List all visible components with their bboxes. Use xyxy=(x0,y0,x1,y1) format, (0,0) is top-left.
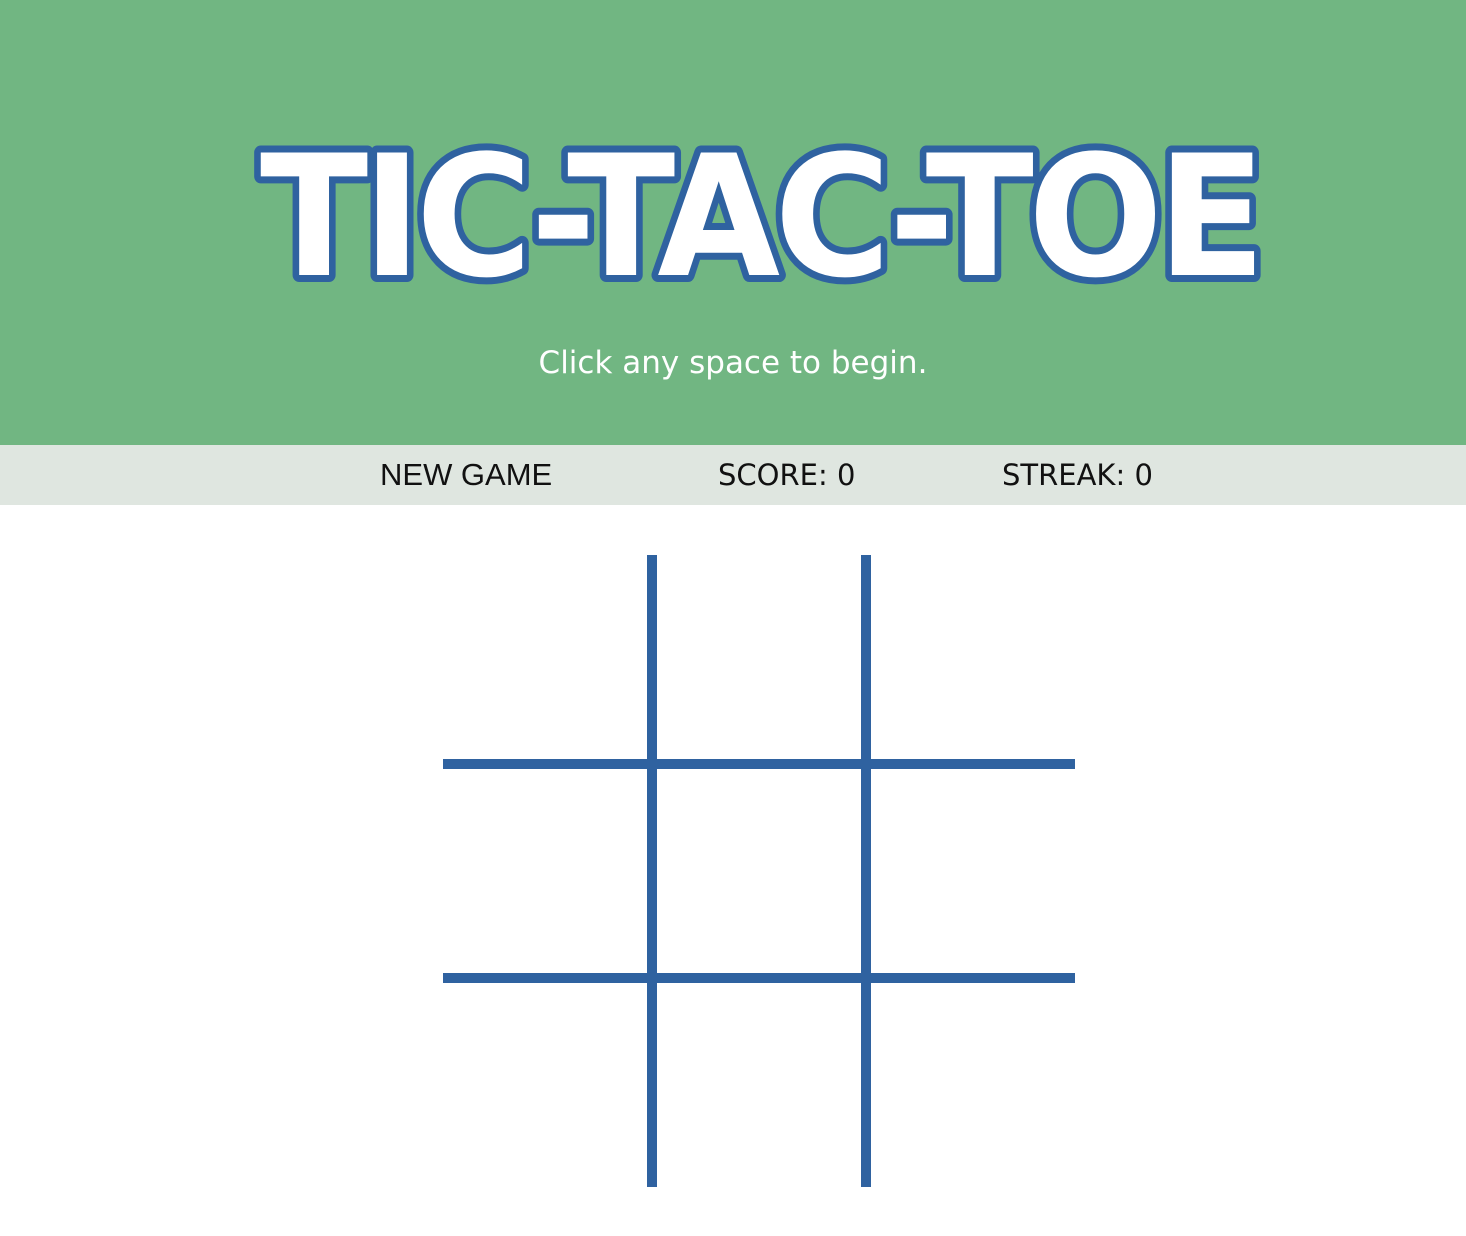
board-cell-2[interactable] xyxy=(657,555,867,765)
board-cell-4[interactable] xyxy=(443,769,653,979)
board-cell-9[interactable] xyxy=(871,983,1081,1193)
board-cell-3[interactable] xyxy=(871,555,1081,765)
game-title: TIC-TAC-TOE xyxy=(260,130,1260,300)
grid-line-vertical-1 xyxy=(647,555,657,1187)
game-board xyxy=(443,555,1075,1187)
game-logo: TIC-TAC-TOE xyxy=(240,130,1280,300)
score-display: SCORE: 0 xyxy=(718,458,856,492)
grid-line-vertical-2 xyxy=(861,555,871,1187)
grid-line-horizontal-1 xyxy=(443,759,1075,769)
board-cell-5[interactable] xyxy=(657,769,867,979)
streak-display: STREAK: 0 xyxy=(1002,458,1153,492)
grid-line-horizontal-2 xyxy=(443,973,1075,983)
toolbar: NEW GAME SCORE: 0 STREAK: 0 xyxy=(0,445,1466,505)
header: TIC-TAC-TOE Click any space to begin. xyxy=(0,0,1466,445)
instruction-text: Click any space to begin. xyxy=(538,345,928,381)
board-cell-7[interactable] xyxy=(443,983,653,1193)
board-cell-8[interactable] xyxy=(657,983,867,1193)
board-cell-6[interactable] xyxy=(871,769,1081,979)
board-cell-1[interactable] xyxy=(443,555,653,765)
new-game-button[interactable]: NEW GAME xyxy=(380,445,552,505)
game-logo-svg: TIC-TAC-TOE xyxy=(253,130,1273,300)
